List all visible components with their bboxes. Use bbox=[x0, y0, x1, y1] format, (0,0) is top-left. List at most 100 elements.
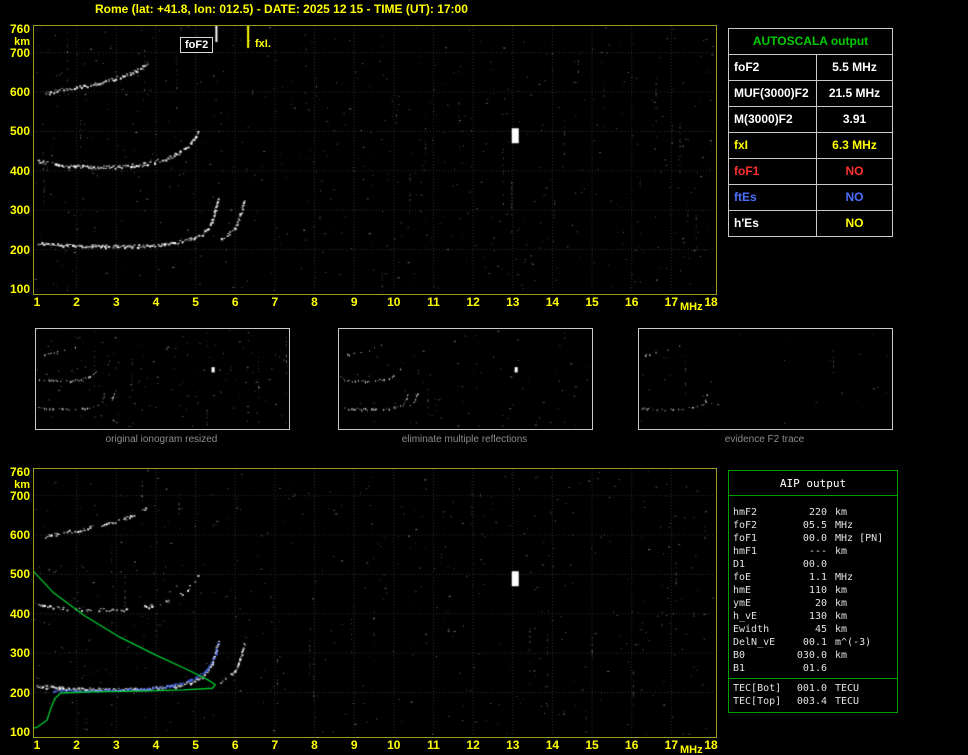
param-unit: TECU bbox=[835, 683, 860, 694]
param-unit: MHz bbox=[835, 572, 854, 583]
aip-row-B0: B0 030.0 km bbox=[733, 649, 893, 662]
param-unit: km bbox=[835, 585, 848, 596]
autoscala-header: AUTOSCALA output bbox=[729, 29, 892, 55]
param-unit: km bbox=[835, 611, 848, 622]
param-name: B0 bbox=[733, 650, 746, 661]
y-axis-tick-label: 100 bbox=[9, 725, 30, 739]
aip-row-hmF2: hmF2 220 km bbox=[733, 506, 893, 519]
param-value: 6.3 MHz bbox=[832, 138, 877, 152]
x-axis-tick-label: 11 bbox=[427, 738, 440, 752]
aip-body: hmF2 220 km foF2 05.5 MHz foF1 00.0 MHz [PN] hm… bbox=[729, 496, 897, 678]
y-axis-tick-label: 300 bbox=[9, 203, 30, 218]
thumbnail-canvas-2 bbox=[339, 329, 590, 427]
y-axis-tick-label: 760 bbox=[9, 465, 30, 479]
param-value: 5.5 MHz bbox=[832, 60, 877, 74]
thumbnail-eliminate-multiples bbox=[338, 328, 593, 430]
y-axis-tick-label: 400 bbox=[9, 163, 30, 178]
aip-row-foE: foE 1.1 MHz bbox=[733, 571, 893, 584]
aip-row-hvE: h_vE 130 km bbox=[733, 610, 893, 623]
autoscala-screen: Rome (lat: +41.8, lon: 012.5) - DATE: 20… bbox=[0, 0, 968, 755]
param-value: 00.1 bbox=[802, 637, 827, 648]
param-value: 003.4 bbox=[796, 696, 827, 707]
param-name: hmF1 bbox=[733, 546, 758, 557]
param-name: TEC[Top] bbox=[733, 696, 782, 707]
param-value: 001.0 bbox=[796, 683, 827, 694]
autoscala-row-ftEs: ftEs NO bbox=[729, 185, 892, 211]
y-axis-tick-label: 200 bbox=[9, 242, 30, 257]
x-axis-tick-label: 6 bbox=[231, 738, 239, 752]
autoscala-row-foF2: foF2 5.5 MHz bbox=[729, 55, 892, 81]
x-axis-tick-label: 15 bbox=[585, 738, 599, 752]
param-unit: MHz bbox=[835, 533, 854, 544]
aip-row-Ewidth: Ewidth 45 km bbox=[733, 623, 893, 636]
y-axis-tick-label: 200 bbox=[9, 685, 30, 700]
fxI-annotation-label: fxI. bbox=[253, 37, 273, 51]
y-axis-tick-label: 300 bbox=[9, 646, 30, 661]
autoscala-row-fxI: fxI 6.3 MHz bbox=[729, 133, 892, 159]
autoscala-row-muf: MUF(3000)F2 21.5 MHz bbox=[729, 81, 892, 107]
x-axis-tick-label: 8 bbox=[311, 295, 318, 309]
ionogram-canvas-bottom bbox=[34, 469, 714, 735]
param-value: 110 bbox=[808, 585, 827, 596]
x-axis-tick-label: 5 bbox=[192, 738, 199, 752]
thumbnail-original-ionogram bbox=[35, 328, 290, 430]
x-axis-tick-label: 6 bbox=[231, 295, 239, 309]
y-axis-tick-label: 600 bbox=[9, 85, 30, 100]
thumbnail-canvas-1 bbox=[36, 329, 287, 427]
param-name: foF1 bbox=[733, 533, 758, 544]
param-label: MUF(3000)F2 bbox=[729, 81, 817, 106]
x-axis-tick-label: 15 bbox=[585, 295, 599, 309]
param-name: TEC[Bot] bbox=[733, 683, 782, 694]
autoscala-row-m3000: M(3000)F2 3.91 bbox=[729, 107, 892, 133]
param-value: 130 bbox=[808, 611, 827, 622]
aip-row-hmE: hmE 110 km bbox=[733, 584, 893, 597]
aip-row-D1: D1 00.0 bbox=[733, 558, 893, 571]
param-value: NO bbox=[845, 164, 864, 178]
x-axis-tick-label: 5 bbox=[192, 295, 199, 309]
ionogram-canvas-top bbox=[34, 26, 714, 292]
x-axis-tick-label: 9 bbox=[350, 738, 358, 752]
param-name: foF2 bbox=[733, 520, 758, 531]
x-axis-tick-label: 14 bbox=[545, 738, 560, 752]
thumbnail-caption: eliminate multiple reflections bbox=[401, 434, 528, 445]
aip-output-panel: AIP output hmF2 220 km foF2 05.5 MHz foF1 00.… bbox=[728, 470, 898, 713]
x-axis-unit-top: MHz bbox=[680, 301, 703, 313]
x-axis-tick-label: 4 bbox=[152, 738, 160, 752]
param-value: 01.6 bbox=[802, 663, 827, 674]
x-axis-tick-label: 10 bbox=[387, 738, 401, 752]
param-value: 45 bbox=[814, 624, 827, 635]
param-value: 1.1 bbox=[808, 572, 827, 583]
aip-row-hmF1: hmF1 --- km bbox=[733, 545, 893, 558]
param-value: NO bbox=[845, 190, 864, 204]
y-axis-tick-label: 500 bbox=[9, 124, 30, 139]
aip-row-foF2: foF2 05.5 MHz bbox=[733, 519, 893, 532]
thumbnail-canvas-3 bbox=[639, 329, 890, 427]
param-value: 21.5 MHz bbox=[828, 86, 881, 100]
param-name: h_vE bbox=[733, 611, 758, 622]
x-axis-tick-label: 1 bbox=[33, 295, 41, 309]
thumbnail-evidence-f2 bbox=[638, 328, 893, 430]
thumbnail-caption: evidence F2 trace bbox=[724, 434, 805, 445]
param-name: ymE bbox=[733, 598, 752, 609]
param-value: 00.0 bbox=[802, 533, 827, 544]
param-unit: km bbox=[835, 546, 848, 557]
param-unit: km bbox=[835, 624, 848, 635]
ionogram-plot-top: foF2 fxI. bbox=[33, 25, 717, 295]
x-axis-tick-label: 3 bbox=[112, 738, 120, 752]
x-axis-tick-label: 9 bbox=[350, 295, 358, 309]
y-axis-tick-label: 760 bbox=[9, 22, 30, 36]
param-value: --- bbox=[808, 546, 827, 557]
param-name: B1 bbox=[733, 663, 746, 674]
aip-tec-section: TEC[Bot] 001.0 TECU TEC[Top] 003.4 TECU bbox=[729, 678, 897, 712]
param-value: 220 bbox=[808, 507, 827, 518]
x-axis-tick-label: 3 bbox=[112, 295, 120, 309]
autoscala-row-hEs: h'Es NO bbox=[729, 211, 892, 236]
x-axis-tick-label: 13 bbox=[506, 295, 520, 309]
x-axis-tick-label: 16 bbox=[625, 295, 639, 309]
param-unit: m^(-3) bbox=[835, 637, 872, 648]
thumbnail-caption: original ionogram resized bbox=[105, 434, 218, 445]
aip-row-B1: B1 01.6 bbox=[733, 662, 893, 675]
x-axis-tick-label: 10 bbox=[387, 295, 401, 309]
x-axis-tick-label: 7 bbox=[271, 738, 279, 752]
param-name: foE bbox=[733, 572, 752, 583]
